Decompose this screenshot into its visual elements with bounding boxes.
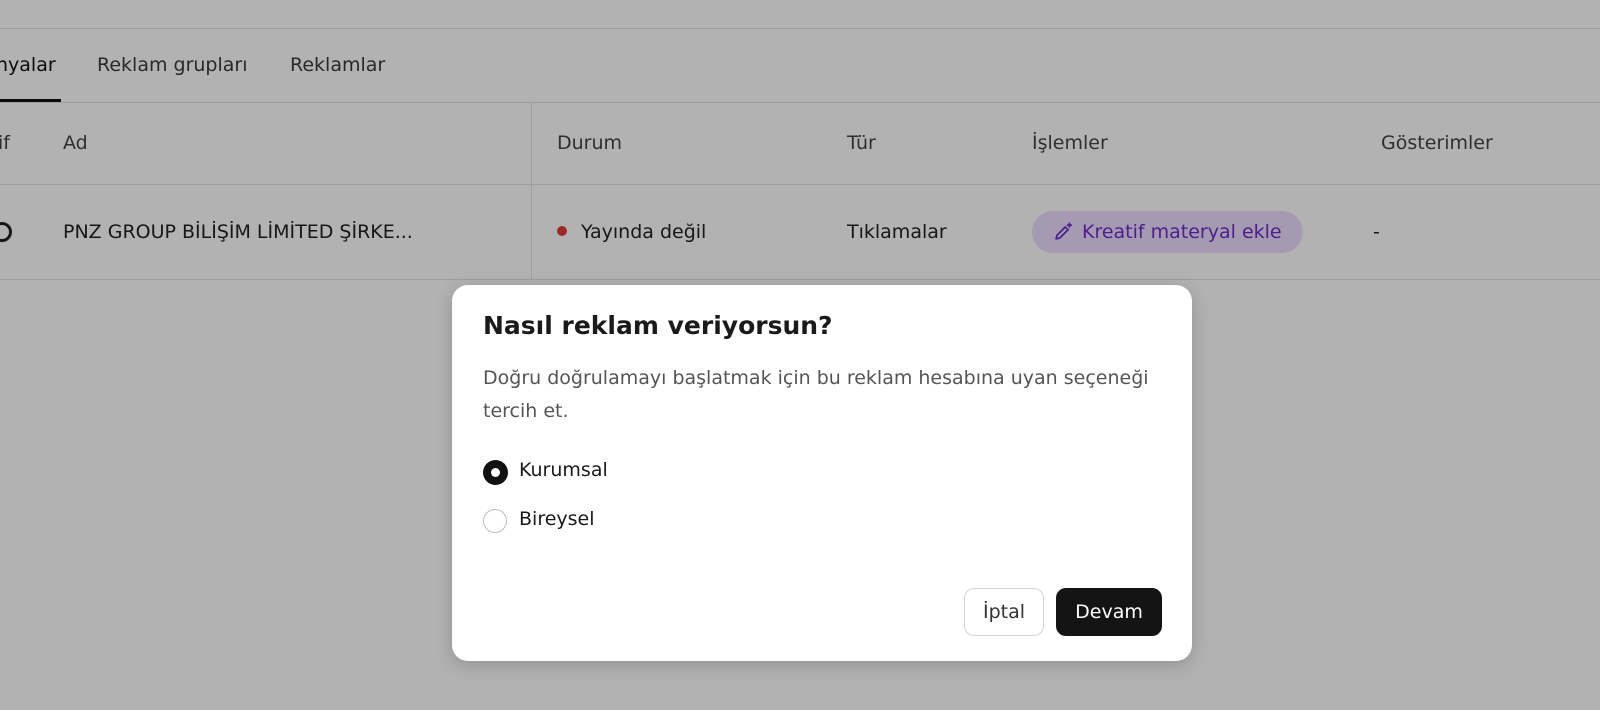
corporate-label[interactable]: Kurumsal: [519, 459, 608, 481]
individual-label[interactable]: Bireysel: [519, 508, 595, 530]
individual-radio[interactable]: [483, 509, 507, 533]
continue-button[interactable]: Devam: [1056, 588, 1162, 636]
ad-type-dialog: Nasıl reklam veriyorsun? Doğru doğrulama…: [452, 285, 1192, 661]
dialog-description: Doğru doğrulamayı başlatmak için bu rekl…: [483, 367, 1149, 422]
dialog-title: Nasıl reklam veriyorsun?: [483, 311, 833, 340]
cancel-button[interactable]: İptal: [964, 588, 1044, 636]
corporate-radio[interactable]: [483, 460, 508, 485]
